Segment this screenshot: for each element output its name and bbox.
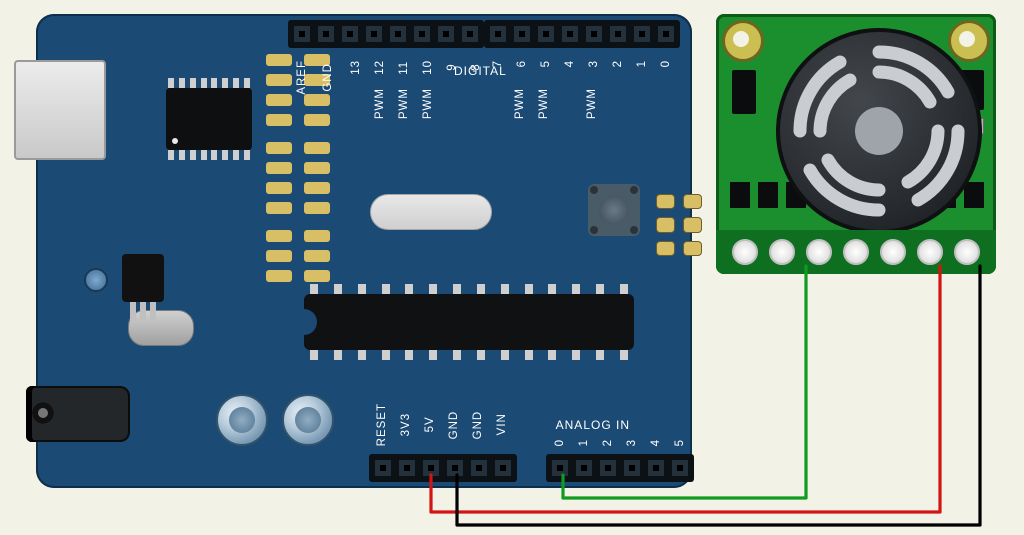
ultrasonic-sensor-module — [716, 14, 996, 274]
arduino-board: AREF GND 13 12 11 10 9 8 7 6 5 4 3 2 1 0… — [36, 14, 692, 488]
resonator-capsule — [370, 194, 492, 230]
wiring-diagram: AREF GND 13 12 11 10 9 8 7 6 5 4 3 2 1 0… — [0, 0, 1024, 535]
sensor-pin-6 — [917, 239, 943, 265]
sensor-pin-3 — [806, 239, 832, 265]
digital-section-label: DIGITAL — [454, 64, 507, 78]
atmega-dip — [304, 294, 634, 350]
analog-pin-labels: 0 1 2 3 4 5 — [554, 439, 690, 446]
ultrasonic-transducer — [776, 28, 982, 234]
power-header — [369, 454, 517, 482]
mounting-standoff — [282, 394, 334, 446]
pwm-labels-left: PWM PWM PWM — [374, 88, 438, 119]
sensor-pin-5 — [880, 239, 906, 265]
voltage-regulator — [122, 254, 164, 302]
mounting-standoff — [216, 394, 268, 446]
analog-header — [546, 454, 694, 482]
power-led — [84, 268, 108, 292]
usb-serial-chip — [166, 88, 252, 150]
mounting-hole — [722, 20, 764, 62]
sensor-pin-2 — [769, 239, 795, 265]
crystal-oscillator — [128, 310, 194, 346]
usb-connector — [14, 60, 106, 160]
sensor-pin-4 — [843, 239, 869, 265]
power-pin-labels: RESET 3V3 5V GND GND VIN — [376, 403, 512, 446]
icsp-header — [656, 194, 702, 256]
sensor-pin-1 — [732, 239, 758, 265]
dc-barrel-jack — [26, 386, 130, 442]
digital-header-right — [484, 20, 680, 48]
analog-section-label: ANALOG IN — [556, 418, 630, 432]
reset-button[interactable] — [588, 184, 640, 236]
pin-labels-digital-7-0: 7 6 5 4 3 2 1 0 — [492, 60, 676, 67]
pin-labels-aref-gnd: AREF GND — [296, 60, 338, 95]
smd-component — [732, 70, 756, 114]
digital-header-left — [288, 20, 484, 48]
pwm-labels-right: PWM PWM . PWM — [514, 88, 602, 119]
sensor-pin-row — [716, 230, 996, 274]
sensor-pin-7 — [954, 239, 980, 265]
